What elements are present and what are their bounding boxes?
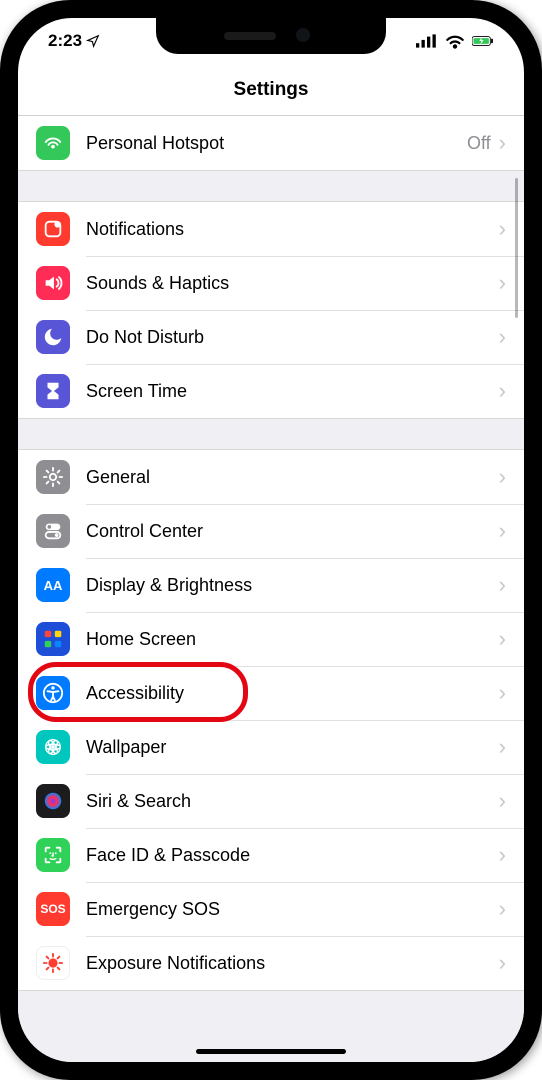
- screentime-icon: [36, 374, 70, 408]
- chevron-right-icon: ›: [499, 950, 506, 976]
- hotspot-icon: [36, 126, 70, 160]
- cellular-icon: [416, 30, 438, 52]
- row-wallpaper[interactable]: Wallpaper›: [18, 720, 524, 774]
- row-sounds-haptics[interactable]: Sounds & Haptics›: [18, 256, 524, 310]
- chevron-right-icon: ›: [499, 734, 506, 760]
- scroll-indicator: [515, 178, 518, 318]
- screen: 2:23 Settings Personal HotspotOff›Notifi…: [18, 18, 524, 1062]
- chevron-right-icon: ›: [499, 626, 506, 652]
- accessibility-icon: [36, 676, 70, 710]
- row-home-screen[interactable]: Home Screen›: [18, 612, 524, 666]
- row-exposure-notifications[interactable]: Exposure Notifications›: [18, 936, 524, 990]
- home-indicator[interactable]: [196, 1049, 346, 1054]
- row-emergency-sos[interactable]: SOS Emergency SOS›: [18, 882, 524, 936]
- chevron-right-icon: ›: [499, 896, 506, 922]
- chevron-right-icon: ›: [499, 572, 506, 598]
- phone-frame: 2:23 Settings Personal HotspotOff›Notifi…: [0, 0, 542, 1080]
- row-value: Off: [467, 133, 491, 154]
- row-label: Face ID & Passcode: [86, 845, 499, 866]
- header: Settings: [18, 64, 524, 116]
- chevron-right-icon: ›: [499, 464, 506, 490]
- chevron-right-icon: ›: [499, 130, 506, 156]
- wifi-icon: [444, 30, 466, 52]
- row-label: Notifications: [86, 219, 499, 240]
- chevron-right-icon: ›: [499, 842, 506, 868]
- row-control-center[interactable]: Control Center›: [18, 504, 524, 558]
- settings-list[interactable]: Personal HotspotOff›Notifications›Sounds…: [18, 116, 524, 1062]
- row-label: General: [86, 467, 499, 488]
- row-personal-hotspot[interactable]: Personal HotspotOff ›: [18, 116, 524, 170]
- display-icon: AA: [36, 568, 70, 602]
- chevron-right-icon: ›: [499, 680, 506, 706]
- row-screen-time[interactable]: Screen Time›: [18, 364, 524, 418]
- siri-icon: [36, 784, 70, 818]
- settings-group: Notifications›Sounds & Haptics›Do Not Di…: [18, 201, 524, 419]
- row-accessibility[interactable]: Accessibility›: [18, 666, 524, 720]
- row-general[interactable]: General›: [18, 450, 524, 504]
- chevron-right-icon: ›: [499, 270, 506, 296]
- row-label: Emergency SOS: [86, 899, 499, 920]
- sos-icon: SOS: [36, 892, 70, 926]
- row-label: Home Screen: [86, 629, 499, 650]
- wallpaper-icon: [36, 730, 70, 764]
- row-label: Wallpaper: [86, 737, 499, 758]
- row-display-brightness[interactable]: AA Display & Brightness›: [18, 558, 524, 612]
- notch: [156, 18, 386, 54]
- chevron-right-icon: ›: [499, 788, 506, 814]
- dnd-icon: [36, 320, 70, 354]
- row-label: Sounds & Haptics: [86, 273, 499, 294]
- location-icon: [86, 34, 100, 48]
- settings-group: General›Control Center›AADisplay & Brigh…: [18, 449, 524, 991]
- exposure-icon: [36, 946, 70, 980]
- row-label: Control Center: [86, 521, 499, 542]
- notifications-icon: [36, 212, 70, 246]
- chevron-right-icon: ›: [499, 518, 506, 544]
- row-label: Do Not Disturb: [86, 327, 499, 348]
- sounds-icon: [36, 266, 70, 300]
- chevron-right-icon: ›: [499, 378, 506, 404]
- row-label: Siri & Search: [86, 791, 499, 812]
- row-do-not-disturb[interactable]: Do Not Disturb›: [18, 310, 524, 364]
- status-time: 2:23: [48, 31, 82, 51]
- row-label: Personal Hotspot: [86, 133, 467, 154]
- general-icon: [36, 460, 70, 494]
- settings-group: Personal HotspotOff ›: [18, 116, 524, 171]
- faceid-icon: [36, 838, 70, 872]
- page-title: Settings: [234, 79, 309, 101]
- homescreen-icon: [36, 622, 70, 656]
- battery-charging-icon: [472, 30, 494, 52]
- row-face-id-passcode[interactable]: Face ID & Passcode›: [18, 828, 524, 882]
- row-label: Accessibility: [86, 683, 499, 704]
- row-label: Display & Brightness: [86, 575, 499, 596]
- row-label: Exposure Notifications: [86, 953, 499, 974]
- row-siri-search[interactable]: Siri & Search›: [18, 774, 524, 828]
- chevron-right-icon: ›: [499, 324, 506, 350]
- controlcenter-icon: [36, 514, 70, 548]
- chevron-right-icon: ›: [499, 216, 506, 242]
- row-notifications[interactable]: Notifications›: [18, 202, 524, 256]
- row-label: Screen Time: [86, 381, 499, 402]
